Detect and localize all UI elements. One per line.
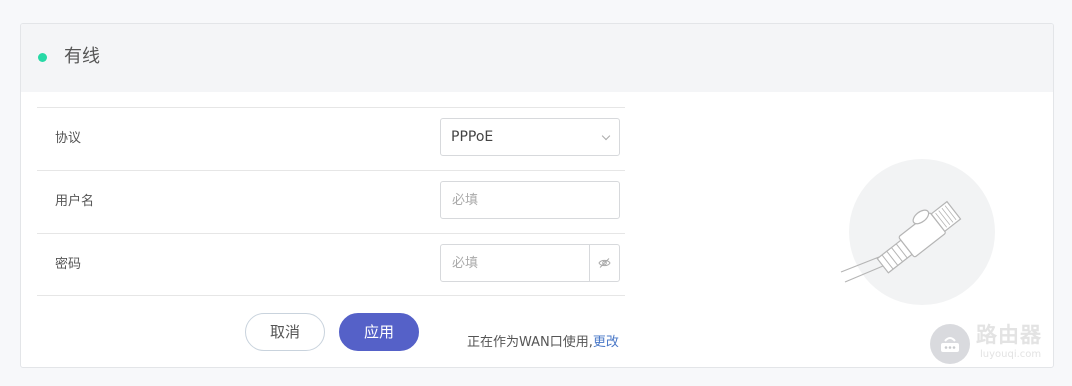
site-watermark: 路由器 luyouqi.com [930,322,1056,366]
watermark-subtitle: luyouqi.com [980,349,1042,360]
wired-settings-card: 有线 协议 PPPoE 用户名 密码 [20,23,1054,368]
wan-status-text: 正在作为WAN口使用, [467,335,593,350]
toggle-password-visibility-button[interactable] [589,245,619,281]
section-title: 有线 [64,46,100,67]
status-indicator-dot [38,53,47,62]
password-input[interactable] [441,245,589,281]
protocol-row: 协议 PPPoE [37,107,625,170]
wan-status-note: 正在作为WAN口使用,更改 [467,334,619,352]
password-field-box [440,244,620,282]
change-wan-link[interactable]: 更改 [593,335,619,350]
eye-off-icon [598,258,611,268]
username-row: 用户名 [37,170,625,233]
username-field-box [440,181,620,219]
chevron-down-icon [601,131,611,141]
watermark-logo [930,324,970,364]
protocol-select-value: PPPoE [451,129,494,145]
username-label: 用户名 [55,194,95,209]
ethernet-cable-icon [840,159,995,305]
protocol-label: 协议 [55,131,82,146]
protocol-select[interactable]: PPPoE [440,118,620,156]
wired-form: 协议 PPPoE 用户名 密码 [37,107,625,296]
username-input[interactable] [441,182,619,218]
watermark-title: 路由器 [976,323,1042,347]
card-header: 有线 [21,24,1053,92]
apply-button[interactable]: 应用 [339,313,419,351]
cancel-button[interactable]: 取消 [245,313,325,351]
password-row: 密码 [37,233,625,296]
password-label: 密码 [55,257,82,272]
router-icon [941,337,959,352]
